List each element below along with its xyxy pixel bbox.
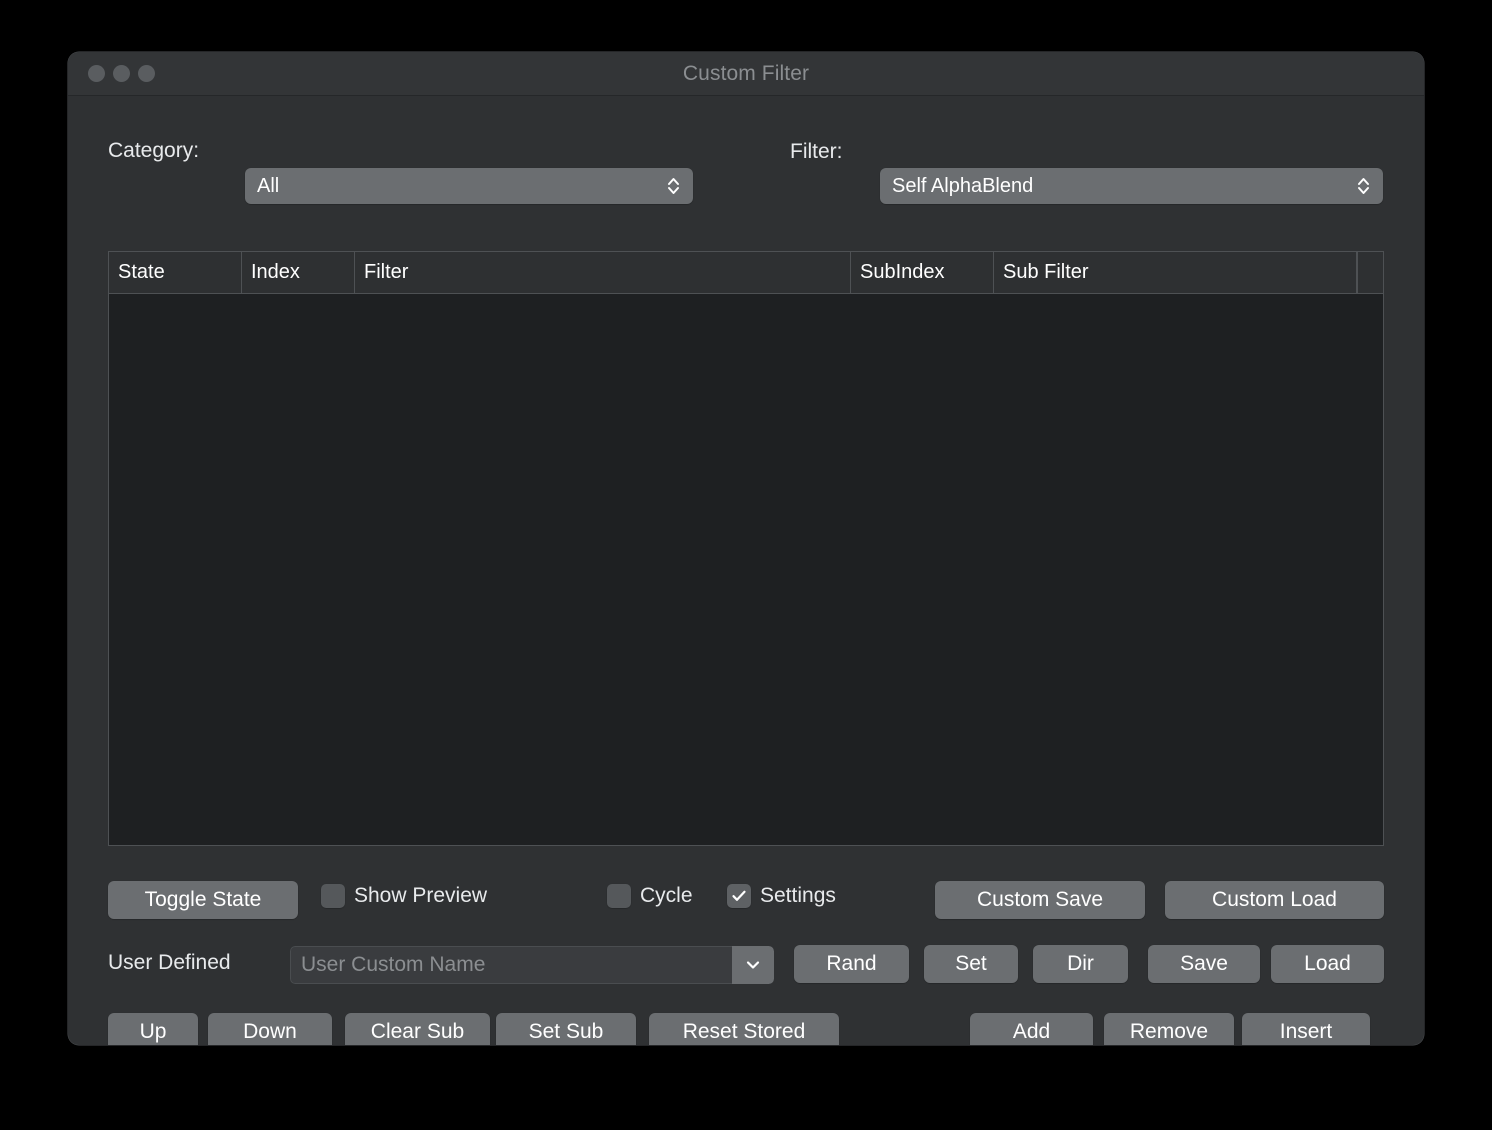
- reset-stored-button[interactable]: Reset Stored: [649, 1013, 839, 1045]
- down-button[interactable]: Down: [208, 1013, 332, 1045]
- user-defined-label: User Defined: [108, 951, 231, 975]
- category-popup-value: All: [257, 175, 666, 198]
- insert-button[interactable]: Insert: [1242, 1013, 1370, 1045]
- filter-list-rows[interactable]: [109, 294, 1383, 845]
- chevron-down-icon[interactable]: [732, 946, 774, 984]
- column-header-subindex[interactable]: SubIndex: [851, 252, 994, 293]
- zoom-button-icon[interactable]: [138, 65, 155, 82]
- add-button[interactable]: Add: [970, 1013, 1093, 1045]
- window-traffic-lights: [68, 65, 155, 82]
- custom-filter-window: Custom Filter Category: All Filter: Self…: [68, 52, 1424, 1045]
- custom-save-button[interactable]: Custom Save: [935, 881, 1145, 919]
- close-button-icon[interactable]: [88, 65, 105, 82]
- category-label: Category:: [108, 139, 199, 163]
- rand-button[interactable]: Rand: [794, 945, 909, 983]
- set-sub-button[interactable]: Set Sub: [496, 1013, 636, 1045]
- set-button[interactable]: Set: [924, 945, 1018, 983]
- custom-load-button[interactable]: Custom Load: [1165, 881, 1384, 919]
- settings-checkbox[interactable]: [727, 884, 751, 908]
- checkmark-icon: [730, 887, 748, 905]
- show-preview-checkbox[interactable]: [321, 884, 345, 908]
- chevron-up-down-icon: [1356, 173, 1371, 199]
- up-button[interactable]: Up: [108, 1013, 198, 1045]
- filter-popup-value: Self AlphaBlend: [892, 175, 1356, 198]
- save-button[interactable]: Save: [1148, 945, 1260, 983]
- column-header-filter[interactable]: Filter: [355, 252, 851, 293]
- show-preview-checkbox-group[interactable]: Show Preview: [321, 884, 487, 908]
- toggle-state-button[interactable]: Toggle State: [108, 881, 298, 919]
- dir-button[interactable]: Dir: [1033, 945, 1128, 983]
- filter-popup-button[interactable]: Self AlphaBlend: [880, 168, 1383, 204]
- user-custom-name-input[interactable]: [290, 946, 732, 984]
- column-header-state[interactable]: State: [109, 252, 242, 293]
- clear-sub-button[interactable]: Clear Sub: [345, 1013, 490, 1045]
- load-button[interactable]: Load: [1271, 945, 1384, 983]
- chevron-up-down-icon: [666, 173, 681, 199]
- window-body: Category: All Filter: Self AlphaBlend: [68, 96, 1424, 1045]
- filter-selection-row: Category: All Filter: Self AlphaBlend: [68, 96, 1424, 188]
- window-titlebar: Custom Filter: [68, 52, 1424, 96]
- filter-label: Filter:: [790, 140, 843, 164]
- minimize-button-icon[interactable]: [113, 65, 130, 82]
- window-title: Custom Filter: [68, 62, 1424, 86]
- filter-list-header: State Index Filter SubIndex Sub Filter: [109, 252, 1383, 294]
- column-header-corner: [1357, 252, 1383, 293]
- filter-list[interactable]: State Index Filter SubIndex Sub Filter: [108, 251, 1384, 846]
- column-header-subfilter[interactable]: Sub Filter: [994, 252, 1357, 293]
- remove-button[interactable]: Remove: [1104, 1013, 1234, 1045]
- cycle-checkbox-group[interactable]: Cycle: [607, 884, 693, 908]
- column-header-index[interactable]: Index: [242, 252, 355, 293]
- settings-label: Settings: [760, 884, 836, 908]
- show-preview-label: Show Preview: [354, 884, 487, 908]
- category-popup-button[interactable]: All: [245, 168, 693, 204]
- cycle-checkbox[interactable]: [607, 884, 631, 908]
- cycle-label: Cycle: [640, 884, 693, 908]
- user-custom-name-combobox[interactable]: [290, 946, 774, 984]
- settings-checkbox-group[interactable]: Settings: [727, 884, 836, 908]
